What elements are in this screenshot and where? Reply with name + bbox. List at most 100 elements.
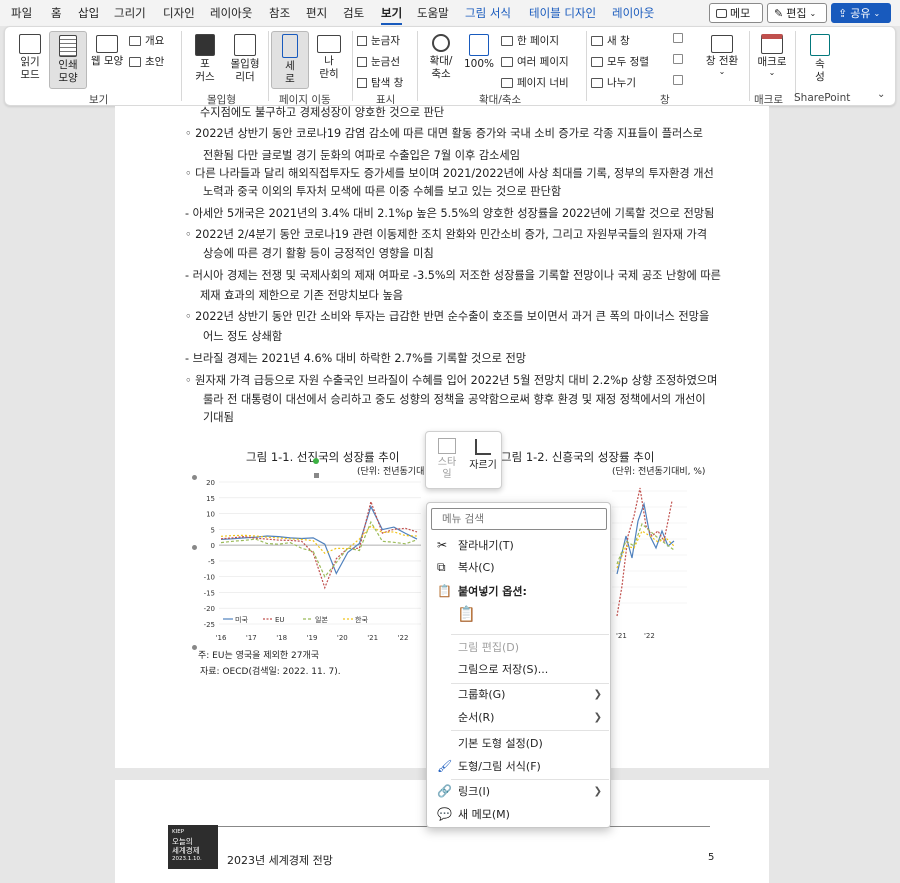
immersive-reader-button[interactable]: 몰입형 리더	[224, 31, 266, 87]
share-label: 공유	[850, 7, 871, 20]
draft-button[interactable]: 초안	[129, 54, 164, 69]
web-layout-button[interactable]: 웹 모양	[88, 31, 126, 87]
tab-picture-format[interactable]: 그림 서식	[465, 5, 511, 21]
page-width-label: 페이지 너비	[517, 77, 569, 89]
print-layout-button[interactable]: 인쇄 모양	[49, 31, 87, 89]
tab-view[interactable]: 보기	[381, 5, 403, 25]
vertical-button[interactable]: 세 로	[271, 31, 309, 89]
figure-note: 주: EU는 영국을 제외한 27개국	[198, 651, 320, 661]
tab-home[interactable]: 홈	[51, 5, 62, 21]
crop-button[interactable]: 자르기	[466, 436, 500, 486]
page-width-icon	[501, 77, 513, 88]
group-label-window: 창	[660, 94, 670, 106]
selection-handle[interactable]	[192, 475, 197, 480]
outline-button[interactable]: 개요	[129, 33, 164, 48]
menu-item-group[interactable]: 그룹화(G) ❯	[427, 683, 610, 705]
ruler-label: 눈금자	[371, 35, 400, 47]
selection-handle[interactable]	[192, 545, 197, 550]
tab-file[interactable]: 파일	[11, 5, 32, 21]
picture-style-button[interactable]: 스타 일	[430, 436, 464, 486]
page-width-button[interactable]: 페이지 너비	[501, 75, 569, 90]
edit-label: 편집	[786, 7, 807, 20]
new-window-label: 새 창	[607, 35, 630, 47]
edit-mode-button[interactable]: ✎ 편집 ⌄	[767, 3, 827, 23]
selection-handle[interactable]	[314, 473, 319, 478]
properties-button[interactable]: 속 성	[805, 31, 835, 87]
picture-style-icon	[438, 438, 456, 454]
body-text-line: 노력과 중국 이외의 투자처 모색에 따른 이중 수혜를 보고 있는 것으로 판…	[203, 185, 562, 198]
menu-item-new-comment[interactable]: 💬 새 메모(M)	[427, 803, 610, 825]
rotate-handle[interactable]	[313, 458, 319, 464]
body-text-line: - 러시아 경제는 전쟁 및 국제사회의 제재 여파로 -3.5%의 저조한 성…	[185, 269, 721, 282]
memo-label: 메모	[730, 7, 751, 20]
navpane-checkbox[interactable]: 탐색 창	[357, 75, 403, 90]
tab-table-design[interactable]: 테이블 디자인	[529, 5, 596, 21]
x-tick-label: '22	[644, 632, 655, 640]
legend-label: 일본	[315, 615, 328, 624]
zoom-button[interactable]: 확대/ 축소	[423, 31, 459, 87]
link-icon: 🔗	[437, 784, 452, 798]
new-window-button[interactable]: 새 창	[591, 33, 630, 48]
view-side-by-side-button[interactable]	[673, 33, 683, 43]
group-label-show: 표시	[376, 94, 396, 106]
group-divider	[181, 31, 182, 101]
group-divider	[268, 31, 269, 101]
navpane-label: 탐색 창	[371, 77, 404, 89]
line-chart-emerging-economies[interactable]: '21 '22	[612, 476, 692, 641]
read-mode-button[interactable]: 읽기 모드	[11, 31, 49, 87]
figure-caption: 그림 1-2. 신흥국의 성장률 추이	[501, 450, 655, 464]
side-to-side-button[interactable]: 나 란히	[310, 31, 348, 87]
chevron-down-icon: ⌄	[873, 8, 881, 18]
y-tick-label: -20	[204, 605, 215, 613]
reset-window-icon	[673, 75, 683, 85]
selection-handle[interactable]	[192, 645, 197, 650]
gridlines-checkbox[interactable]: 눈금선	[357, 54, 400, 69]
menu-item-default-shape[interactable]: 기본 도형 설정(D)	[427, 732, 610, 754]
sync-scroll-button[interactable]	[673, 54, 683, 64]
ruler-checkbox[interactable]: 눈금자	[357, 33, 400, 48]
group-label-page-move: 페이지 이동	[279, 94, 331, 106]
tab-help[interactable]: 도움말	[417, 5, 449, 21]
group-label-sharepoint: SharePoint	[794, 92, 851, 104]
ribbon-tab-bar: 파일 홈 삽입 그리기 디자인 레이아웃 참조 편지 검토 보기 도움말 그림 …	[0, 0, 900, 26]
split-button[interactable]: 나누기	[591, 75, 636, 90]
tab-review[interactable]: 검토	[343, 5, 364, 21]
macros-button[interactable]: 매크로 ⌄	[753, 31, 791, 87]
memo-button[interactable]: 메모	[709, 3, 763, 23]
menu-label: 기본 도형 설정(D)	[458, 737, 543, 750]
menu-item-order[interactable]: 순서(R) ❯	[427, 706, 610, 728]
tab-references[interactable]: 참조	[269, 5, 290, 21]
collapse-ribbon-chevron-icon[interactable]: ⌄	[877, 89, 885, 100]
x-tick-label: '22	[398, 634, 409, 642]
one-page-button[interactable]: 한 페이지	[501, 33, 559, 48]
zoom-100-label: 100%	[463, 58, 495, 70]
menu-item-link[interactable]: 🔗 링크(I) ❯	[427, 780, 610, 802]
menu-item-save-as-picture[interactable]: 그림으로 저장(S)...	[427, 658, 610, 680]
tab-layout[interactable]: 레이아웃	[210, 5, 252, 21]
tab-insert[interactable]: 삽입	[78, 5, 99, 21]
arrange-all-button[interactable]: 모두 정렬	[591, 54, 649, 69]
share-button[interactable]: ⇪ 공유 ⌄	[831, 3, 891, 23]
menu-search-input[interactable]	[431, 508, 607, 530]
switch-windows-button[interactable]: 창 전환 ⌄	[701, 31, 743, 87]
reset-window-button[interactable]	[673, 75, 683, 85]
split-icon	[591, 77, 603, 88]
focus-button[interactable]: 포 커스	[187, 31, 223, 87]
picture-mini-toolbar: 스타 일 자르기	[425, 431, 502, 489]
menu-item-cut[interactable]: ✂ 잘라내기(T)	[427, 534, 610, 556]
tab-design[interactable]: 디자인	[163, 5, 195, 21]
menu-item-format-shape[interactable]: 🖌 도형/그림 서식(F)	[427, 755, 610, 777]
line-chart-advanced-economies[interactable]: 20 15 10 5 0 -5 -10 -15 -20 -25'16 '17 '18 '19 '20 '21…	[193, 474, 428, 644]
paste-keep-source-button[interactable]: 📋	[457, 605, 479, 629]
menu-item-copy[interactable]: ⧉ 복사(C)	[427, 556, 610, 578]
immersive-reader-icon	[234, 34, 256, 56]
focus-icon	[195, 34, 215, 56]
tab-mailings[interactable]: 편지	[306, 5, 327, 21]
checkbox-icon	[357, 56, 367, 67]
multiple-pages-button[interactable]: 여러 페이지	[501, 54, 569, 69]
y-tick-label: 5	[211, 526, 215, 534]
tab-table-layout[interactable]: 레이아웃	[612, 5, 654, 21]
zoom-100-button[interactable]: 100%	[461, 31, 497, 87]
tab-draw[interactable]: 그리기	[114, 5, 146, 21]
menu-item-paste-options: 📋 붙여넣기 옵션:	[427, 580, 610, 602]
